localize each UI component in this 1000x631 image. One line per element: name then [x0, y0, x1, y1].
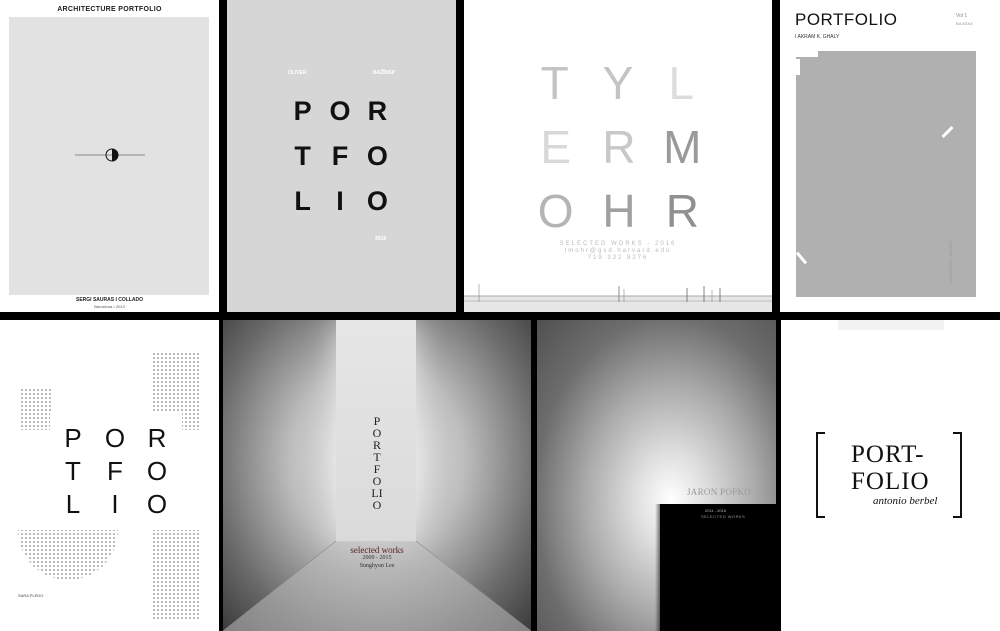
cover-jaron-popko[interactable]: JARON POPKO 2011 - 2016 SELECTED WORKS: [537, 320, 776, 631]
letter: M: [663, 121, 702, 173]
volume-sub: Ed.XXXX: [956, 21, 973, 26]
letter: H: [602, 185, 636, 237]
side-label: ACADEMIC WORKS: [948, 238, 953, 283]
letter: R: [367, 96, 388, 126]
letter: F: [331, 141, 349, 171]
title-line-2: FOLIO: [851, 468, 930, 495]
year-range: 2009 - 2015: [362, 555, 392, 561]
phone-label: 719 332 8276: [587, 255, 649, 261]
letter: O: [366, 186, 388, 216]
letter: I: [336, 186, 344, 216]
letter: O: [537, 185, 574, 237]
cover-tyler-mohr[interactable]: TYL ERM OHR SELECTED WORKS - 2016 tmohr@…: [464, 0, 772, 312]
left-bracket: [816, 432, 825, 518]
cover-architecture-portfolio[interactable]: ARCHITECTURE PORTFOLIO SERGI SAURAS I CO…: [0, 0, 219, 312]
selected-works-label: SELECTED WORKS - 2016: [559, 241, 677, 247]
name-row-3: OHR: [524, 184, 714, 238]
author-subtitle: Barcelona • 2013: [94, 304, 125, 309]
cover-year: 2018: [375, 236, 387, 242]
letter: L: [294, 186, 311, 216]
letter: O: [366, 141, 388, 171]
title-row-1: POR: [284, 96, 396, 127]
cover-sara-portfolio[interactable]: POR TFO LIO SARA PLEDO: [0, 320, 219, 631]
letter: O: [146, 489, 168, 519]
selected-works-label: SELECTED WORKS: [701, 514, 746, 519]
letter: P: [293, 96, 312, 126]
vertical-title: PORTFOLIO: [371, 414, 383, 512]
author-name: antonio berbel: [873, 495, 938, 507]
author-first-name: OLIVER: [288, 70, 307, 76]
letter: T: [65, 456, 81, 486]
landscape-image: [464, 284, 772, 312]
letter: I: [111, 489, 119, 519]
author-last-name: BAŽĪNSP: [373, 70, 395, 76]
letter: O: [104, 423, 126, 453]
letter: O: [146, 456, 168, 486]
title-row-3: LIO: [284, 186, 396, 217]
volume-label: Vol 1: [956, 13, 968, 19]
circle-emblem: [75, 148, 145, 162]
title-line-1: PORT-: [851, 441, 925, 468]
dark-block: [660, 504, 776, 631]
letter: R: [602, 121, 636, 173]
cover-oliver-portfolio[interactable]: OLIVER BAŽĪNSP POR TFO LIO 2018: [227, 0, 456, 312]
title-row-3: LIO: [52, 489, 178, 520]
title-row-2: TFO: [52, 456, 178, 487]
title-row-1: POR: [52, 423, 178, 454]
top-strip: [838, 320, 944, 330]
letter: R: [665, 185, 699, 237]
cover-sunghyun-portfolio[interactable]: PORTFOLIO selected works 2009 - 2015 Sun…: [223, 320, 531, 631]
cover-title: ARCHITECTURE PORTFOLIO: [57, 6, 162, 13]
author-name: SERGI SAURAS I COLLADO: [76, 297, 143, 303]
letter: R: [147, 423, 167, 453]
cover-antonio-portfolio[interactable]: PORT- FOLIO antonio berbel: [781, 320, 1000, 631]
letter: L: [668, 57, 697, 109]
cover-akram-portfolio[interactable]: PORTFOLIO Vol 1 Ed.XXXX I AKRAM K. GHALY…: [780, 0, 1000, 312]
dark-block-edge: [655, 504, 665, 631]
letter: E: [540, 121, 571, 173]
name-row-2: ERM: [524, 120, 714, 174]
author-name: I AKRAM K. GHALY: [795, 34, 840, 40]
letter: L: [65, 489, 81, 519]
letter: T: [294, 141, 311, 171]
right-bracket: [953, 432, 962, 518]
title-row-2: TFO: [284, 141, 396, 172]
author-name: SARA PLEDO: [18, 593, 44, 598]
selected-works-label: selected works: [350, 545, 404, 555]
letter: O: [329, 96, 351, 126]
letter: Y: [602, 57, 636, 109]
year-range: 2011 - 2016: [705, 508, 727, 513]
letter: P: [64, 423, 82, 453]
author-name: Sunghyun Lee: [359, 563, 395, 569]
cover-title: PORTFOLIO: [795, 10, 898, 29]
letter: T: [540, 57, 571, 109]
email-label: tmohr@gsd.harvard.edu: [564, 248, 672, 254]
letter: F: [107, 456, 123, 486]
author-name: JARON POPKO: [687, 487, 752, 497]
name-row-1: TYL: [524, 56, 714, 110]
